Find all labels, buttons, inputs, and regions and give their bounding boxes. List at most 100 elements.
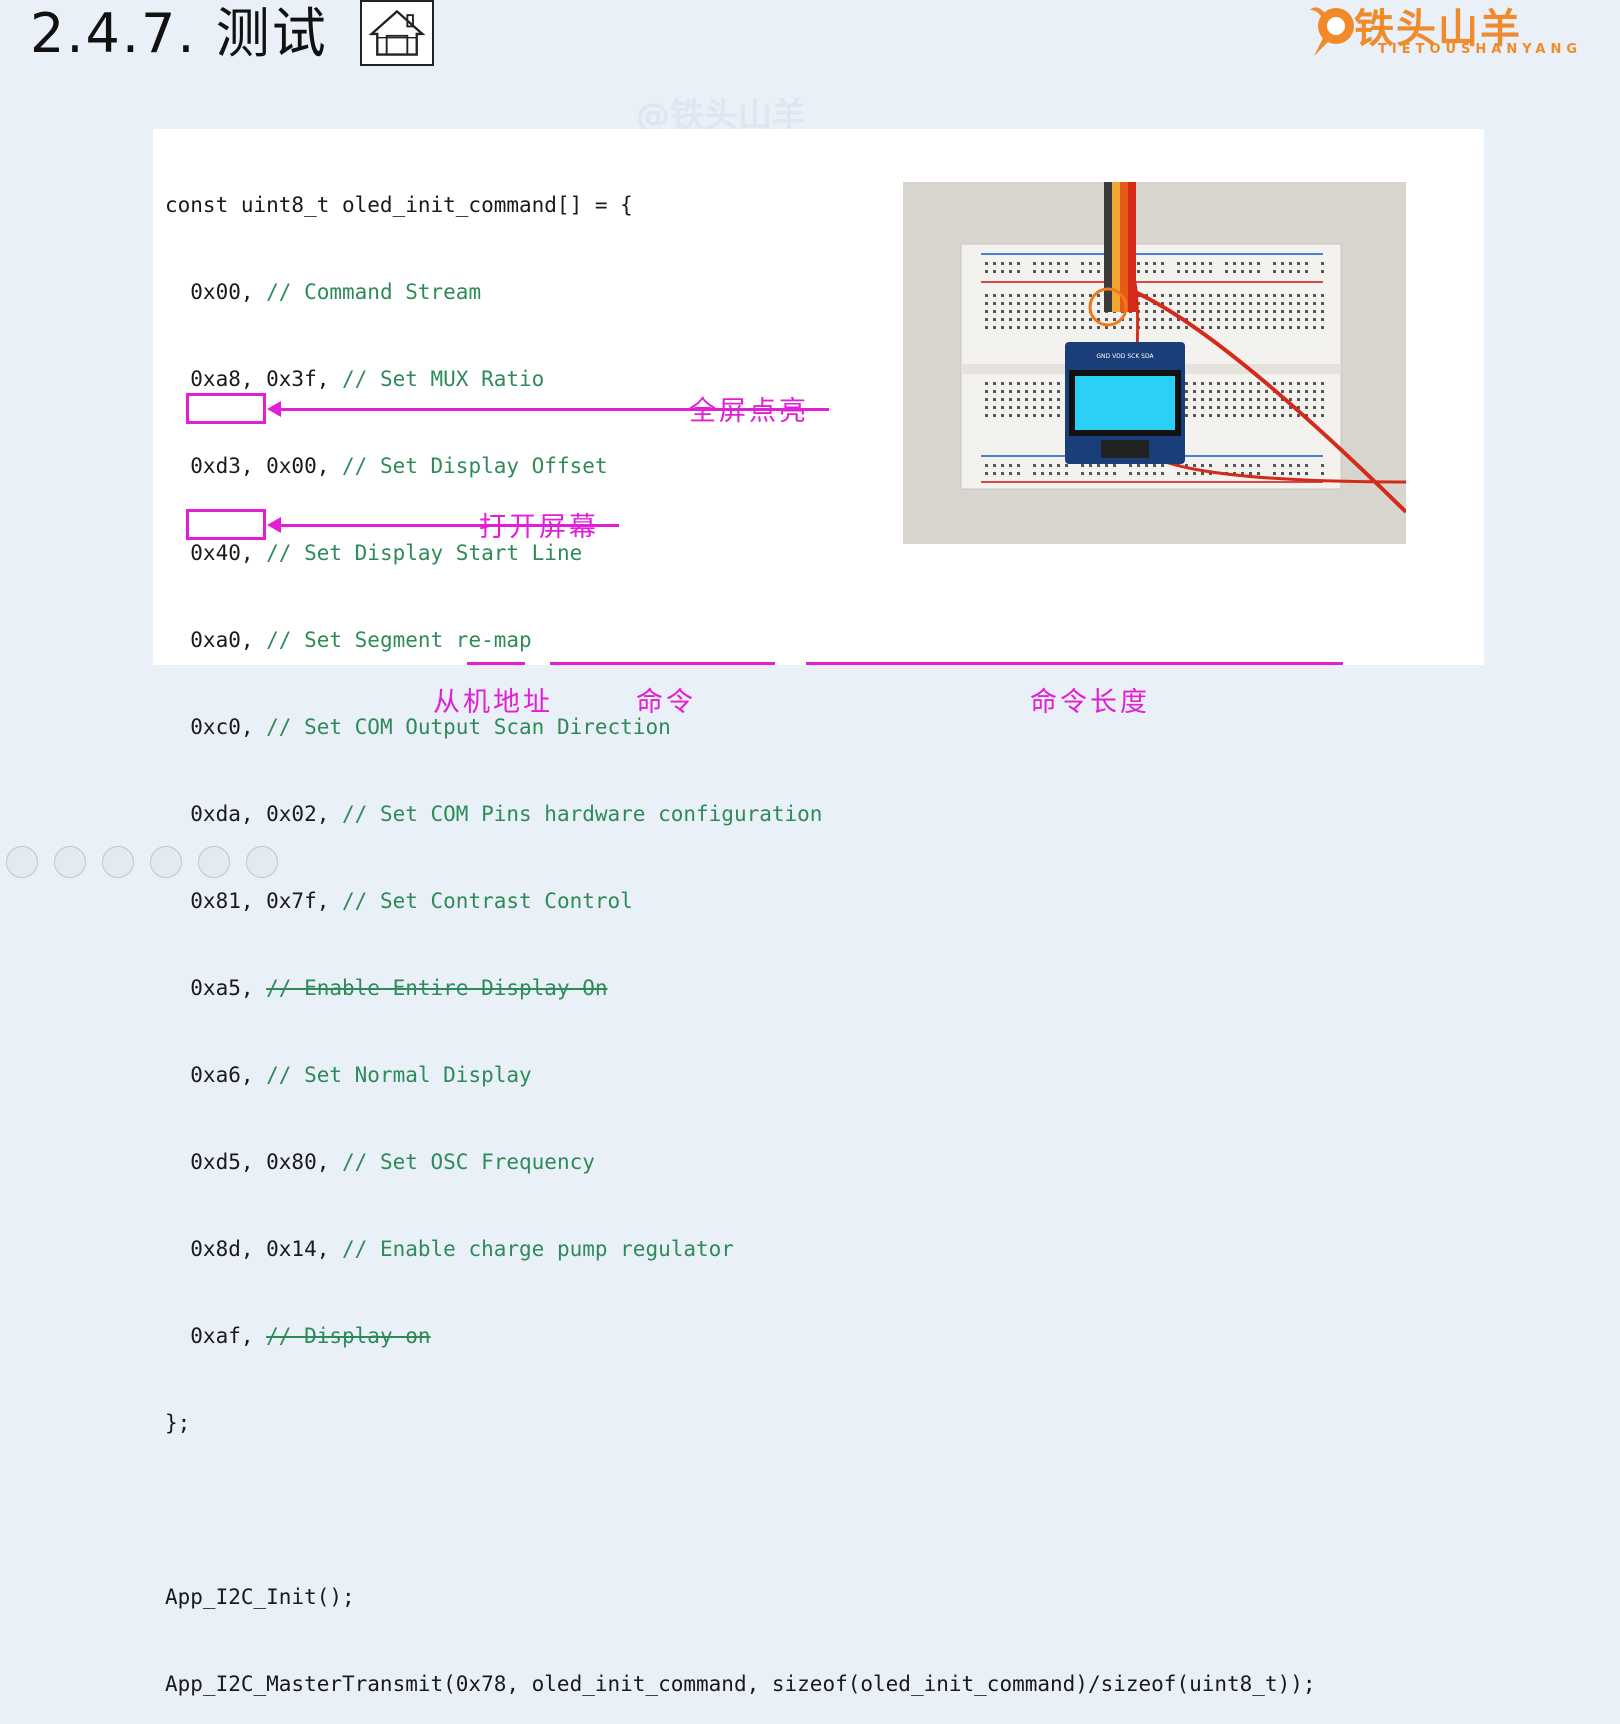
- breadboard-hole: [1033, 472, 1036, 475]
- breadboard-hole: [1017, 414, 1020, 417]
- breadboard-hole: [1009, 382, 1012, 385]
- breadboard-hole: [985, 414, 988, 417]
- breadboard-hole: [1217, 406, 1220, 409]
- breadboard-hole: [1201, 270, 1204, 273]
- code-text: 0xaf,: [165, 1324, 267, 1348]
- breadboard-hole: [985, 302, 988, 305]
- breadboard-hole: [1281, 270, 1284, 273]
- breadboard-hole: [1009, 318, 1012, 321]
- next-slide-icon[interactable]: [54, 846, 86, 878]
- breadboard-hole: [1249, 390, 1252, 393]
- breadboard-hole: [1065, 464, 1068, 467]
- breadboard-hole: [1257, 472, 1260, 475]
- breadboard-hole: [1001, 414, 1004, 417]
- breadboard-hole: [1257, 302, 1260, 305]
- breadboard-hole: [1217, 310, 1220, 313]
- breadboard-hole: [1001, 390, 1004, 393]
- code-comment: // Set OSC Frequency: [342, 1150, 595, 1174]
- breadboard-hole: [1321, 472, 1324, 475]
- breadboard-hole: [1145, 326, 1148, 329]
- breadboard-hole: [1025, 302, 1028, 305]
- breadboard-hole: [1177, 270, 1180, 273]
- breadboard-hole: [1185, 326, 1188, 329]
- breadboard-hole: [1097, 310, 1100, 313]
- breadboard-hole: [993, 262, 996, 265]
- brand-logo: 铁头山羊 TIETOUSHANYANG: [1306, 0, 1606, 62]
- breadboard-hole: [993, 310, 996, 313]
- breadboard-hole: [1249, 406, 1252, 409]
- breadboard-hole: [1241, 406, 1244, 409]
- breadboard-hole: [1209, 398, 1212, 401]
- breadboard-hole: [1193, 382, 1196, 385]
- breadboard-hole: [1249, 464, 1252, 467]
- breadboard-hole: [1273, 472, 1276, 475]
- breadboard-hole: [1161, 464, 1164, 467]
- breadboard-hole: [1025, 406, 1028, 409]
- breadboard-hole: [1033, 390, 1036, 393]
- breadboard-hole: [1041, 464, 1044, 467]
- breadboard-hole: [1161, 310, 1164, 313]
- pen-icon[interactable]: [102, 846, 134, 878]
- breadboard-hole: [1265, 414, 1268, 417]
- breadboard-hole: [1185, 262, 1188, 265]
- more-options-icon[interactable]: [246, 846, 278, 878]
- home-button[interactable]: [360, 0, 434, 66]
- code-text: 0xa6,: [165, 1063, 267, 1087]
- annotation-command: 命令: [636, 687, 696, 718]
- breadboard-hole: [1025, 398, 1028, 401]
- breadboard-hole: [1297, 310, 1300, 313]
- breadboard-hole: [1201, 262, 1204, 265]
- breadboard-hole: [1217, 390, 1220, 393]
- breadboard-hole: [1153, 310, 1156, 313]
- breadboard-hole: [1113, 326, 1116, 329]
- breadboard-hole: [1313, 326, 1316, 329]
- breadboard-hole: [1233, 294, 1236, 297]
- breadboard-hole: [1217, 414, 1220, 417]
- breadboard-hole: [1321, 464, 1324, 467]
- breadboard-hole: [1177, 326, 1180, 329]
- breadboard-hole: [1249, 326, 1252, 329]
- breadboard-hole: [1233, 302, 1236, 305]
- breadboard-hole: [1297, 464, 1300, 467]
- breadboard-hole: [1193, 302, 1196, 305]
- code-comment-struck: // Enable Entire Display On: [266, 976, 608, 1000]
- breadboard-hole: [1305, 318, 1308, 321]
- breadboard-hole: [1089, 318, 1092, 321]
- breadboard-hole: [1033, 326, 1036, 329]
- breadboard-hole: [1265, 318, 1268, 321]
- breadboard-hole: [1185, 390, 1188, 393]
- breadboard-hole: [1041, 270, 1044, 273]
- breadboard-hole: [1081, 472, 1084, 475]
- breadboard-hole: [1185, 382, 1188, 385]
- breadboard-hole: [1169, 294, 1172, 297]
- breadboard-hole: [1201, 294, 1204, 297]
- zoom-icon[interactable]: [198, 846, 230, 878]
- slides-grid-icon[interactable]: [150, 846, 182, 878]
- breadboard-hole: [1209, 318, 1212, 321]
- breadboard-hole: [1297, 382, 1300, 385]
- breadboard-hole: [1161, 262, 1164, 265]
- breadboard-hole: [1249, 294, 1252, 297]
- breadboard-hole: [1153, 472, 1156, 475]
- breadboard-hole: [1209, 382, 1212, 385]
- code-comment: // Set COM Pins hardware configuration: [342, 802, 823, 826]
- breadboard-hole: [1241, 398, 1244, 401]
- breadboard-hole: [1233, 310, 1236, 313]
- breadboard-hole: [1009, 398, 1012, 401]
- breadboard-hole: [1273, 326, 1276, 329]
- breadboard-hole: [1225, 270, 1228, 273]
- breadboard-hole: [1257, 406, 1260, 409]
- breadboard-hole: [1241, 464, 1244, 467]
- breadboard-hole: [1305, 406, 1308, 409]
- breadboard-hole: [1193, 398, 1196, 401]
- prev-slide-icon[interactable]: [6, 846, 38, 878]
- breadboard-hole: [1233, 262, 1236, 265]
- breadboard-hole: [1281, 390, 1284, 393]
- breadboard-hole: [1041, 406, 1044, 409]
- breadboard-hole: [1321, 262, 1324, 265]
- breadboard-hole: [1257, 464, 1260, 467]
- code-line: 0x81, 0x7f, // Set Contrast Control: [165, 887, 1316, 916]
- code-text: 0xd3, 0x00,: [165, 454, 343, 478]
- code-line: 0xa0, // Set Segment re-map: [165, 626, 1316, 655]
- breadboard-hole: [1137, 262, 1140, 265]
